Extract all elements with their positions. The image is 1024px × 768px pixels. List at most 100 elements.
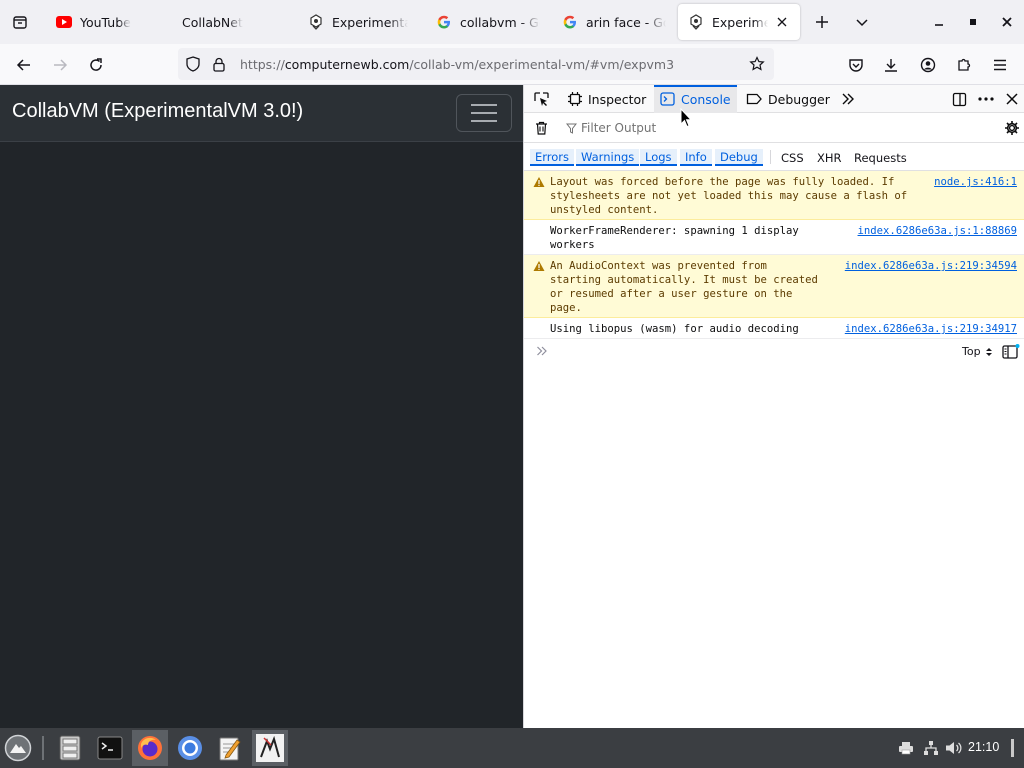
- filter-separator: [770, 150, 771, 164]
- app-menu-button[interactable]: [987, 52, 1013, 78]
- tab-experimental[interactable]: Experimental: [298, 4, 418, 40]
- taskbar-clock[interactable]: 21:10: [968, 740, 999, 754]
- tab-experiment-active[interactable]: Experiment: [678, 4, 800, 40]
- console-message-source-link[interactable]: index.6286e63a.js:219:34594: [845, 259, 1017, 273]
- pocket-icon: [849, 59, 863, 72]
- url-path: /collab-vm/experimental-vm/#vm/expvm3: [409, 56, 675, 72]
- more-horizontal-icon: [978, 97, 994, 101]
- show-desktop-edge[interactable]: [1008, 739, 1018, 757]
- chromium-icon: [178, 736, 202, 760]
- site-brand-title[interactable]: CollabVM (ExperimentalVM 3.0!): [12, 100, 303, 123]
- console-message: Using libopus (wasm) for audio decoding …: [524, 318, 1024, 339]
- arrow-left-icon: [16, 59, 30, 71]
- filter-xhr-toggle[interactable]: XHR: [812, 149, 847, 166]
- lock-icon[interactable]: [208, 53, 230, 75]
- hamburger-menu-icon: [994, 59, 1006, 71]
- close-icon: [1002, 17, 1012, 27]
- window-close-button[interactable]: [995, 10, 1019, 34]
- collabvm-icon: [308, 14, 324, 30]
- download-icon: [885, 59, 897, 72]
- console-output: Layout was forced before the page was fu…: [524, 171, 1024, 339]
- warning-icon: [533, 177, 545, 187]
- puzzle-piece-icon: [958, 58, 971, 71]
- taskbar-collabvm-app[interactable]: [252, 730, 288, 766]
- filter-css-toggle[interactable]: CSS: [776, 149, 809, 166]
- bookmark-star-icon[interactable]: [746, 53, 768, 75]
- volume-tray-icon[interactable]: [945, 739, 963, 757]
- os-taskbar: 21:10: [0, 728, 1024, 768]
- taskbar-file-manager[interactable]: [52, 730, 88, 766]
- terminal-icon: [97, 736, 123, 760]
- navbar-toggle-button[interactable]: [456, 94, 512, 132]
- new-tab-button[interactable]: [810, 10, 834, 34]
- url-bar[interactable]: https://computernewb.com/collab-vm/exper…: [178, 48, 774, 80]
- youtube-icon: [56, 14, 72, 30]
- devtools-tab-console[interactable]: Console: [654, 85, 737, 113]
- clear-console-button[interactable]: [531, 118, 551, 138]
- tab-collabvm-google[interactable]: collabvm - Go: [426, 4, 550, 40]
- google-icon: [562, 14, 578, 30]
- taskbar-text-editor[interactable]: [212, 730, 248, 766]
- devtools-tab-debugger[interactable]: Debugger: [740, 85, 836, 113]
- editor-mode-toggle-button[interactable]: [1002, 344, 1020, 360]
- filter-info-toggle[interactable]: Info: [680, 149, 712, 166]
- tab-arin-face-google[interactable]: arin face - Go: [552, 4, 676, 40]
- element-picker-icon: [533, 91, 549, 106]
- filter-logs-toggle[interactable]: Logs: [640, 149, 677, 166]
- taskbar-chromium[interactable]: [172, 730, 208, 766]
- forward-button[interactable]: [47, 52, 73, 78]
- filter-errors-toggle[interactable]: Errors: [530, 149, 575, 166]
- tab-youtube[interactable]: YouTube: [46, 4, 166, 40]
- reload-button[interactable]: [83, 52, 109, 78]
- pocket-button[interactable]: [843, 52, 869, 78]
- console-message-text: WorkerFrameRenderer: spawning 1 display …: [550, 225, 799, 251]
- taskbar-terminal[interactable]: [92, 730, 128, 766]
- maximize-button[interactable]: [961, 10, 985, 34]
- console-message-source-link[interactable]: index.6286e63a.js:219:34917: [845, 322, 1017, 336]
- console-message-source-link[interactable]: index.6286e63a.js:1:88869: [858, 224, 1017, 238]
- tracking-protection-shield-icon[interactable]: [182, 53, 204, 75]
- devtools-tab-inspector[interactable]: Inspector: [562, 85, 652, 113]
- list-all-tabs-button[interactable]: [850, 10, 874, 34]
- more-tools-button[interactable]: [838, 89, 858, 109]
- element-picker-button[interactable]: [531, 89, 551, 109]
- tab-collabnet[interactable]: CollabNet: [172, 4, 292, 40]
- filter-requests-toggle[interactable]: Requests: [849, 149, 912, 166]
- console-settings-button[interactable]: [1002, 118, 1022, 138]
- plus-icon: [816, 16, 828, 28]
- double-chevron-right-icon: [536, 345, 548, 357]
- file-cabinet-icon: [59, 735, 81, 761]
- network-tray-icon[interactable]: [922, 739, 940, 757]
- console-message-source-link[interactable]: node.js:416:1: [934, 175, 1017, 189]
- firefox-view-button[interactable]: [6, 9, 34, 35]
- evaluation-context-selector[interactable]: Top: [962, 345, 993, 358]
- debugger-icon: [746, 93, 762, 105]
- firefox-view-icon: [13, 16, 27, 29]
- console-filter-bar: Filter Output: [524, 113, 1024, 143]
- console-input-row[interactable]: Top: [524, 339, 1024, 365]
- console-filter-input[interactable]: Filter Output: [566, 118, 866, 138]
- downloads-button[interactable]: [878, 52, 904, 78]
- system-logo-icon: [4, 734, 32, 762]
- filter-debug-toggle[interactable]: Debug: [715, 149, 763, 166]
- dock-toggle-button[interactable]: [949, 89, 969, 109]
- devtools-panel: Inspector Console Debugger Filter Output…: [523, 85, 1024, 728]
- minimize-button[interactable]: [927, 10, 951, 34]
- close-tab-button[interactable]: [774, 14, 790, 30]
- console-message: An AudioContext was prevented from start…: [524, 255, 1024, 318]
- filter-warnings-toggle[interactable]: Warnings: [576, 149, 640, 166]
- double-chevron-right-icon: [842, 93, 854, 105]
- start-menu-button[interactable]: [0, 730, 36, 766]
- back-button[interactable]: [11, 52, 37, 78]
- extensions-button[interactable]: [951, 52, 977, 78]
- account-icon: [920, 57, 936, 73]
- minimize-icon: [935, 24, 943, 26]
- network-icon: [924, 741, 938, 755]
- devtools-close-button[interactable]: [1002, 89, 1022, 109]
- printer-tray-icon[interactable]: [897, 739, 915, 757]
- url-scheme: https://: [240, 56, 285, 72]
- taskbar-firefox[interactable]: [132, 730, 168, 766]
- console-icon: [660, 92, 675, 106]
- devtools-options-button[interactable]: [976, 89, 996, 109]
- account-button[interactable]: [915, 52, 941, 78]
